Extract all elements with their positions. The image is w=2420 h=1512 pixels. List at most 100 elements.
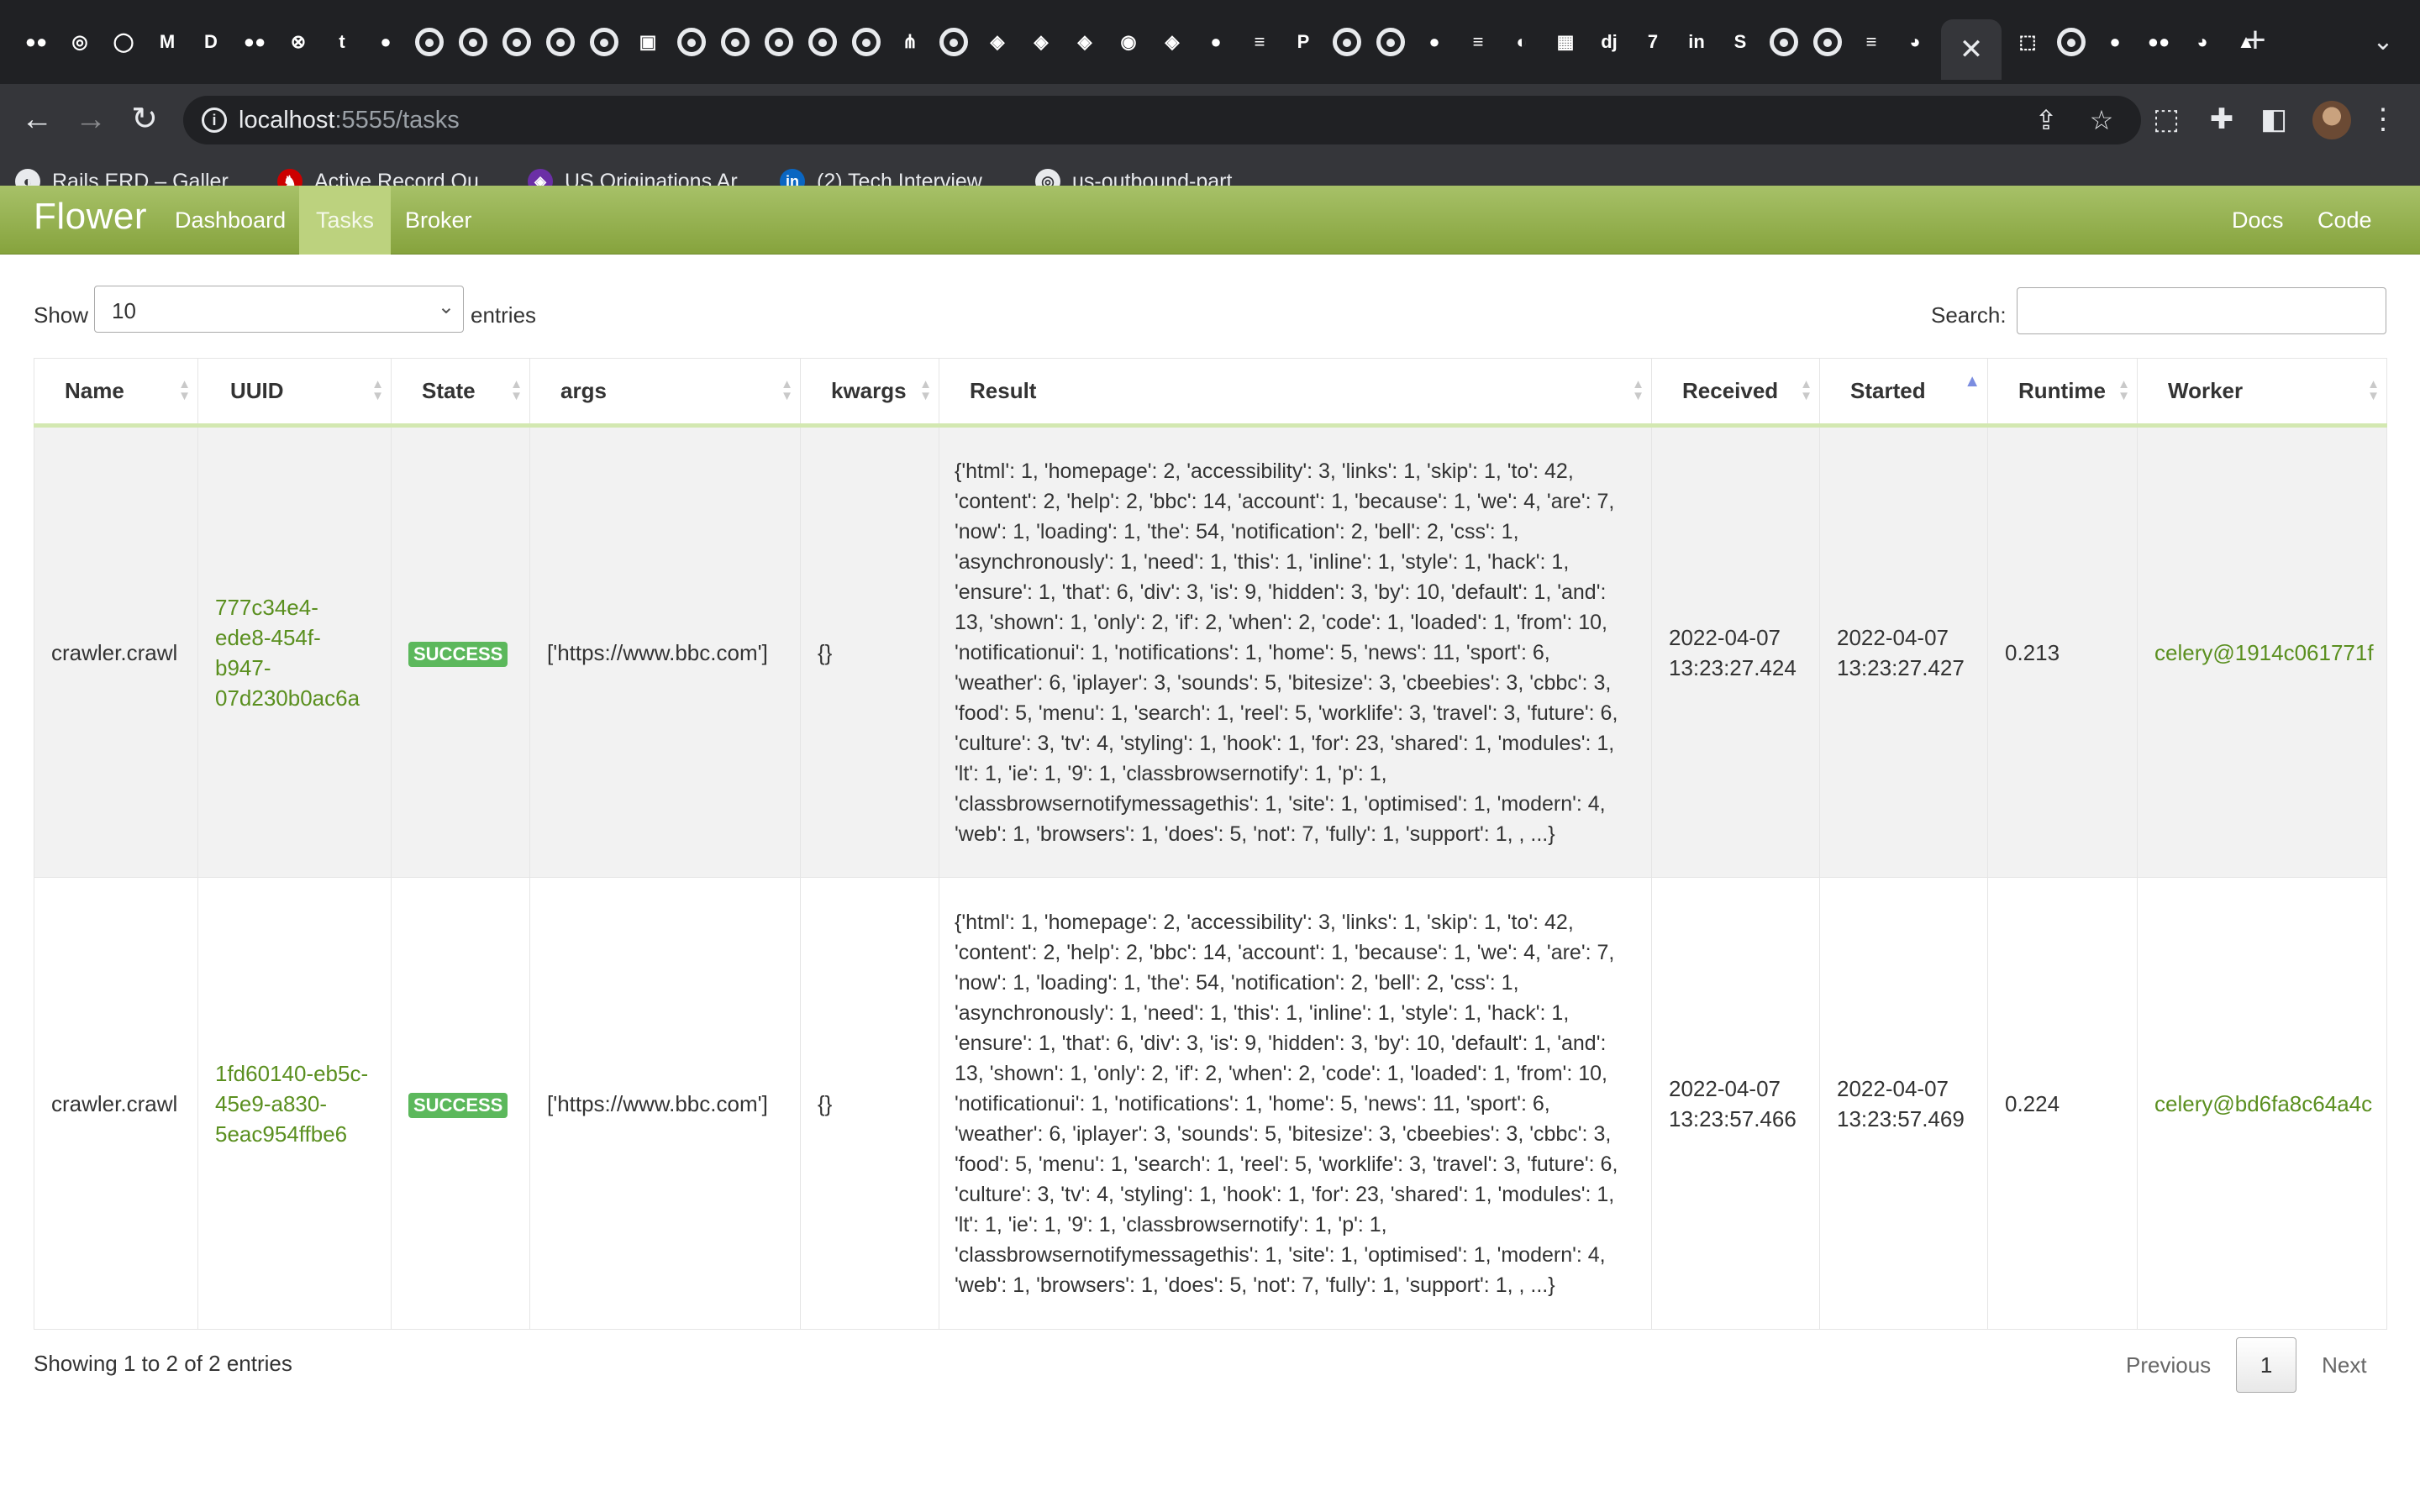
nav-broker[interactable]: Broker (388, 186, 489, 255)
new-tab-button[interactable]: + (2235, 22, 2275, 62)
url-host: localhost (239, 107, 335, 134)
tab-icon-5[interactable]: D (193, 24, 229, 60)
tab-icon-27[interactable]: ◈ (1155, 24, 1190, 60)
tab-icon-46[interactable]: ⬚ (2010, 24, 2045, 60)
reload-button[interactable]: ↻ (123, 97, 166, 141)
tab-icon-33[interactable]: ● (1417, 24, 1452, 60)
github-icon[interactable] (674, 24, 709, 60)
entries-select[interactable]: 10 ⌄ (94, 286, 464, 333)
tab-icon-7[interactable]: ⊗ (281, 24, 316, 60)
django-icon[interactable]: dj (1591, 24, 1627, 60)
side-panel-icon[interactable]: ◧ (2252, 97, 2296, 141)
task-worker-link[interactable]: celery@1914c061771f (2137, 425, 2387, 878)
brand-logo[interactable]: Flower (34, 196, 147, 238)
tab-icon-15[interactable]: ▣ (630, 24, 666, 60)
flower-tab-icon[interactable]: ◕ (1897, 24, 1933, 60)
tab-icon-21[interactable]: ⋔ (892, 24, 928, 60)
nav-code[interactable]: Code (2301, 186, 2389, 255)
address-bar[interactable]: i localhost:5555/tasks ⇪ ☆ (183, 96, 2141, 144)
github-icon[interactable] (543, 24, 578, 60)
column-header-result[interactable]: Result ▲ ▼ (939, 358, 1652, 428)
search-input[interactable] (2017, 287, 2386, 334)
github-icon[interactable] (1766, 24, 1802, 60)
tab-icon-38[interactable]: 7 (1635, 24, 1670, 60)
column-header-label: Result (970, 378, 1037, 403)
stackoverflow-icon[interactable]: ≡ (1242, 24, 1277, 60)
column-header-worker[interactable]: Worker ▲ ▼ (2137, 358, 2387, 428)
github-logo-shape (765, 28, 793, 56)
github-icon[interactable] (805, 24, 840, 60)
table-header-row: Name ▲ ▼ UUID ▲ ▼ State ▲ ▼ args ▲ ▼ kwargs ▲ ▼ Result ▲… (34, 358, 2387, 428)
medium-icon[interactable]: ●● (18, 24, 54, 60)
task-uuid-link[interactable]: 1fd60140-eb5c-45e9-a830-5eac954ffbe6 (197, 877, 392, 1330)
tab-search-button[interactable]: ⌄ (2363, 22, 2403, 62)
medium-icon-2[interactable]: ●● (237, 24, 272, 60)
browser-menu-icon[interactable]: ⋮ (2361, 97, 2405, 141)
github-icon[interactable] (2054, 24, 2089, 60)
nav-tasks[interactable]: Tasks (299, 186, 392, 255)
close-tab-icon[interactable]: ✕ (1941, 19, 2002, 80)
back-button[interactable]: ← (15, 97, 59, 141)
github-logo-shape (415, 28, 444, 56)
task-uuid-link[interactable]: 777c34e4-ede8-454f-b947-07d230b0ac6a (197, 425, 392, 878)
tab-icon-3[interactable]: ◯ (106, 24, 141, 60)
column-header-state[interactable]: State ▲ ▼ (391, 358, 530, 428)
gmail-icon[interactable]: M (150, 24, 185, 60)
column-header-uuid[interactable]: UUID ▲ ▼ (197, 358, 392, 428)
github-icon[interactable] (412, 24, 447, 60)
tab-icon-23[interactable]: ◈ (980, 24, 1015, 60)
task-started-cell: 2022-04-07 13:23:57.469 (1819, 877, 1988, 1330)
chrome-icon[interactable]: ◉ (1111, 24, 1146, 60)
github-icon[interactable] (718, 24, 753, 60)
medium-icon[interactable]: ●● (2141, 24, 2176, 60)
column-header-received[interactable]: Received ▲ ▼ (1651, 358, 1820, 428)
column-header-args[interactable]: args ▲ ▼ (529, 358, 801, 428)
column-header-label: Runtime (2018, 378, 2106, 403)
page-1-button[interactable]: 1 (2236, 1337, 2297, 1393)
site-info-icon[interactable]: i (202, 108, 227, 133)
tab-icon-2[interactable]: ◎ (62, 24, 97, 60)
github-icon[interactable] (1329, 24, 1365, 60)
tab-icon-40[interactable]: S (1723, 24, 1758, 60)
next-page-button[interactable]: Next (2296, 1352, 2391, 1378)
bookmark-star-icon[interactable]: ☆ (2084, 102, 2119, 138)
previous-page-button[interactable]: Previous (2101, 1352, 2236, 1378)
tab-icon-25[interactable]: ◈ (1067, 24, 1102, 60)
profile-avatar[interactable] (2312, 101, 2351, 139)
github-icon[interactable] (455, 24, 491, 60)
sort-both-icon: ▲ ▼ (919, 377, 932, 403)
column-header-started[interactable]: Started ▲ (1819, 358, 1988, 428)
microsoft-icon[interactable]: ▦ (1548, 24, 1583, 60)
column-header-name[interactable]: Name ▲ ▼ (34, 358, 198, 428)
github-logo-shape (1376, 28, 1405, 56)
github-icon[interactable] (587, 24, 622, 60)
tab-icon-48[interactable]: ● (2097, 24, 2133, 60)
column-header-runtime[interactable]: Runtime ▲ ▼ (1987, 358, 2138, 428)
github-icon[interactable] (936, 24, 971, 60)
flower-tab-icon[interactable]: ◕ (2185, 24, 2220, 60)
column-header-kwargs[interactable]: kwargs ▲ ▼ (800, 358, 939, 428)
github-icon[interactable] (1373, 24, 1408, 60)
linkedin-icon[interactable]: in (1679, 24, 1714, 60)
tab-icon-30[interactable]: P (1286, 24, 1321, 60)
screenshot-extension-icon[interactable]: ⬚ (2144, 97, 2188, 141)
github-icon[interactable] (761, 24, 797, 60)
tab-icon-35[interactable]: ◐ (1504, 24, 1539, 60)
github-icon[interactable] (1810, 24, 1845, 60)
tab-icon-9[interactable]: ● (368, 24, 403, 60)
tab-icon-28[interactable]: ● (1198, 24, 1234, 60)
github-icon[interactable] (499, 24, 534, 60)
tab-icon-24[interactable]: ◈ (1023, 24, 1059, 60)
share-icon[interactable]: ⇪ (2028, 102, 2064, 138)
extensions-puzzle-icon[interactable]: ✚ (2200, 97, 2244, 141)
stackoverflow-icon[interactable]: ≡ (1854, 24, 1889, 60)
forward-button[interactable]: → (69, 97, 113, 141)
stackoverflow-icon[interactable]: ≡ (1460, 24, 1496, 60)
task-worker-link[interactable]: celery@bd6fa8c64a4c (2137, 877, 2387, 1330)
github-icon[interactable] (849, 24, 884, 60)
timestamp-part: 13:23:57.469 (1837, 1105, 1965, 1131)
url-text[interactable]: localhost:5555/tasks (239, 107, 460, 134)
tab-icon-8[interactable]: t (324, 24, 360, 60)
nav-dashboard[interactable]: Dashboard (158, 186, 302, 255)
nav-docs[interactable]: Docs (2215, 186, 2301, 255)
